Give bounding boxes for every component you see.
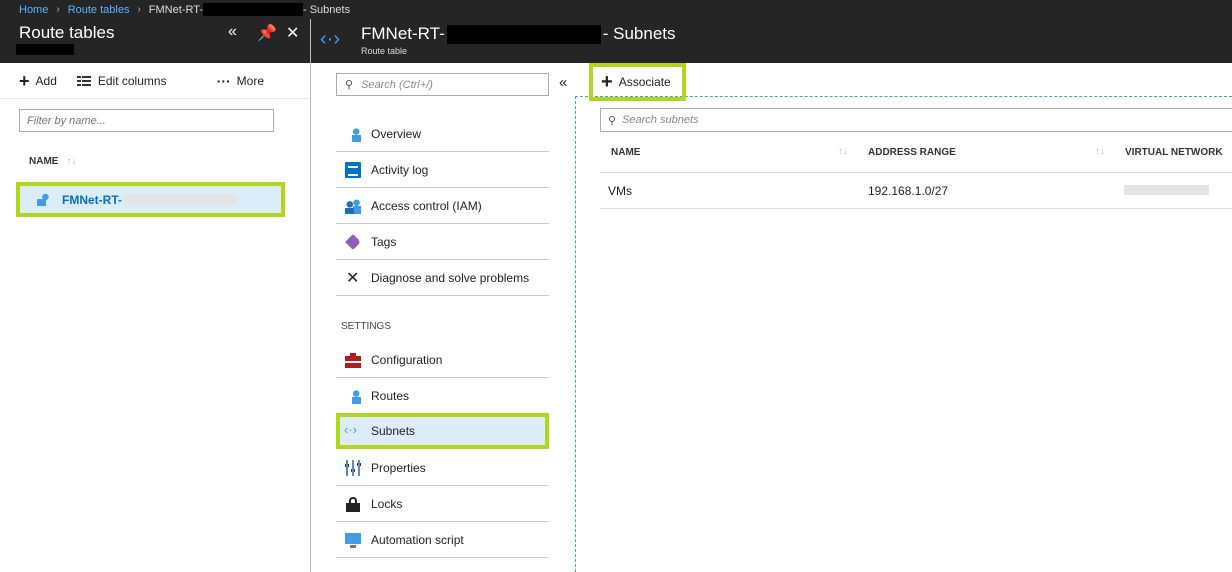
left-blade-header: Route tables « 📌 ✕	[0, 19, 310, 63]
properties-icon	[345, 459, 361, 476]
menu-search-input[interactable]: ⚲ Search (Ctrl+/)	[336, 73, 549, 96]
search-subnets-input[interactable]: ⚲ Search subnets	[600, 108, 1232, 132]
route-table-row[interactable]: FMNet-RT-	[16, 182, 285, 217]
menu-item-label: Routes	[371, 388, 410, 403]
search-subnets-placeholder: Search subnets	[622, 114, 699, 126]
search-icon: ⚲	[608, 114, 617, 127]
routes-icon	[345, 387, 361, 404]
menu-search-placeholder: Search (Ctrl+/)	[361, 78, 433, 91]
menu-item-tags[interactable]: Tags	[336, 224, 549, 260]
title-prefix: FMNet-RT-	[361, 24, 445, 43]
column-header-address-range[interactable]: ADDRESS RANGE	[868, 147, 956, 158]
subnet-name-cell[interactable]: VMs	[608, 184, 632, 198]
menu-item-subnets[interactable]: Subnets	[336, 413, 549, 449]
filter-by-name-input[interactable]	[19, 109, 274, 132]
menu-item-label: Configuration	[371, 352, 443, 367]
menu-item-activity-log[interactable]: Activity log	[336, 152, 549, 188]
plus-icon: +	[601, 71, 613, 93]
edit-columns-button[interactable]: Edit columns	[76, 73, 167, 88]
redaction-block	[446, 24, 601, 44]
address-range-cell: 192.168.1.0/27	[868, 184, 949, 198]
ellipsis-icon: ···	[216, 73, 231, 89]
redaction-block	[1124, 185, 1209, 195]
blade-divider	[310, 19, 311, 572]
chevron-right-icon: ›	[56, 4, 60, 15]
more-label: More	[236, 74, 264, 88]
menu-item-overview[interactable]: Overview	[336, 116, 549, 152]
sort-icon: ↑↓	[66, 156, 77, 167]
sort-icon[interactable]: ↑↓	[838, 146, 848, 157]
row-divider	[600, 208, 1232, 209]
pin-icon[interactable]: 📌	[257, 23, 277, 43]
subnet-icon	[344, 422, 361, 439]
chevron-right-icon: ›	[137, 4, 141, 15]
right-blade-header: ‹·› FMNet-RT- - Subnets Route table	[311, 19, 1232, 63]
add-button[interactable]: + Add	[19, 72, 57, 90]
menu-item-label: Access control (IAM)	[371, 198, 482, 213]
menu-item-properties[interactable]: Properties	[336, 450, 549, 486]
collapse-menu-icon[interactable]: «	[559, 74, 567, 91]
tag-icon	[345, 233, 361, 250]
activity-log-icon	[345, 161, 361, 178]
lock-icon	[345, 495, 361, 512]
configuration-icon	[345, 351, 361, 368]
menu-item-label: Activity log	[371, 162, 429, 177]
name-column-label: NAME	[29, 156, 59, 167]
name-column-header[interactable]: NAME ↑↓	[29, 156, 76, 167]
breadcrumb-current-suffix: - Subnets	[302, 3, 351, 16]
close-icon[interactable]: ✕	[286, 23, 299, 43]
route-table-icon	[30, 189, 52, 210]
breadcrumb-route-tables[interactable]: Route tables	[68, 4, 130, 16]
search-icon: ⚲	[345, 79, 354, 91]
menu-item-label: Locks	[371, 496, 403, 511]
title-suffix: - Subnets	[602, 24, 676, 43]
menu-item-label: Overview	[371, 126, 422, 141]
menu-item-access-control[interactable]: Access control (IAM)	[336, 188, 549, 224]
menu-item-label: Automation script	[371, 532, 464, 547]
settings-section-header: SETTINGS	[341, 321, 392, 332]
automation-icon	[345, 531, 361, 548]
content-pane	[575, 96, 1232, 572]
plus-icon: +	[19, 70, 30, 91]
edit-columns-label: Edit columns	[97, 73, 167, 88]
menu-item-label: Properties	[371, 460, 426, 475]
right-blade-title: FMNet-RT- - Subnets	[361, 24, 676, 44]
column-header-name[interactable]: NAME	[611, 147, 640, 158]
right-blade-subtitle: Route table	[361, 46, 408, 56]
breadcrumb-current-prefix: FMNet-RT-	[148, 3, 203, 16]
row-divider	[600, 172, 1232, 173]
menu-item-automation-script[interactable]: Automation script	[336, 522, 549, 558]
route-table-name: FMNet-RT-	[62, 192, 122, 207]
redaction-block	[202, 3, 303, 16]
menu-item-label: Tags	[371, 234, 397, 249]
redaction-block	[124, 194, 236, 205]
menu-item-diagnose[interactable]: Diagnose and solve problems	[336, 260, 549, 296]
more-button[interactable]: ··· More	[217, 74, 264, 88]
subnet-icon: ‹·›	[320, 28, 340, 50]
menu-item-locks[interactable]: Locks	[336, 486, 549, 522]
associate-label: Associate	[618, 75, 671, 89]
menu-item-configuration[interactable]: Configuration	[336, 342, 549, 378]
redaction-block	[16, 44, 74, 55]
sort-icon[interactable]: ↑↓	[1095, 146, 1105, 157]
breadcrumb: Home › Route tables › FMNet-RT- - Subnet…	[0, 0, 1232, 19]
menu-item-routes[interactable]: Routes	[336, 378, 549, 414]
breadcrumb-home[interactable]: Home	[19, 4, 48, 16]
left-blade-title: Route tables	[19, 23, 115, 42]
left-toolbar: + Add Edit columns ··· More	[0, 63, 310, 99]
iam-icon	[345, 197, 361, 214]
add-label: Add	[35, 73, 57, 88]
overview-icon	[345, 125, 361, 142]
menu-item-label: Subnets	[371, 424, 416, 438]
column-header-virtual-network[interactable]: VIRTUAL NETWORK	[1125, 147, 1223, 158]
tools-icon	[345, 268, 361, 288]
columns-icon	[76, 75, 91, 86]
associate-button[interactable]: + Associate	[589, 63, 686, 101]
collapse-double-chevron-icon[interactable]: «	[228, 23, 237, 41]
menu-item-label: Diagnose and solve problems	[371, 270, 530, 285]
